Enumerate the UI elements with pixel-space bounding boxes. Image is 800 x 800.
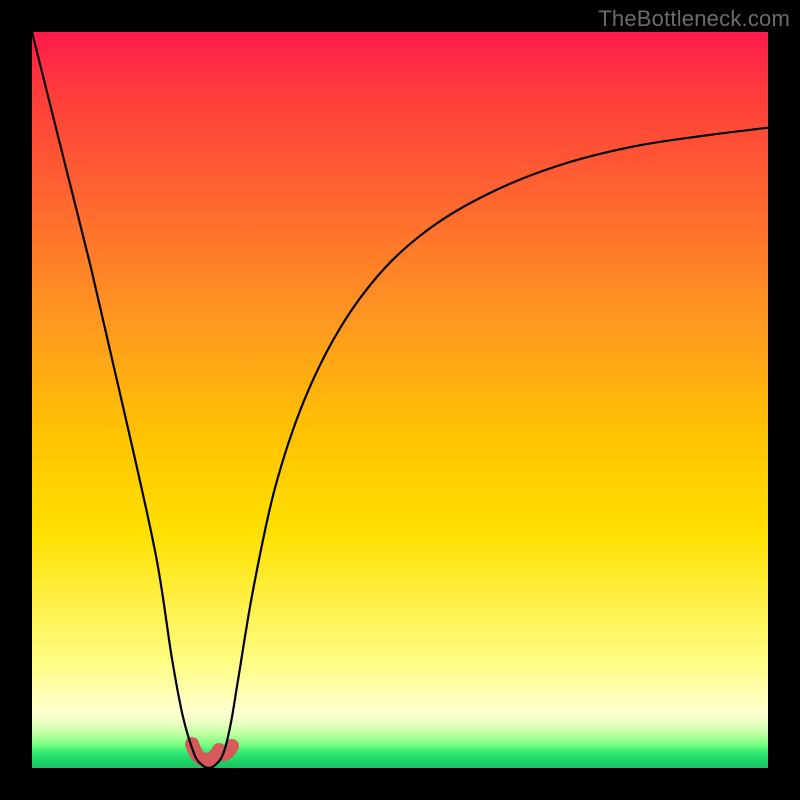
watermark-text: TheBottleneck.com bbox=[598, 6, 790, 32]
bottleneck-curve bbox=[32, 32, 768, 768]
chart-frame: TheBottleneck.com bbox=[0, 0, 800, 800]
plot-area bbox=[32, 32, 768, 768]
curve-layer bbox=[32, 32, 768, 768]
